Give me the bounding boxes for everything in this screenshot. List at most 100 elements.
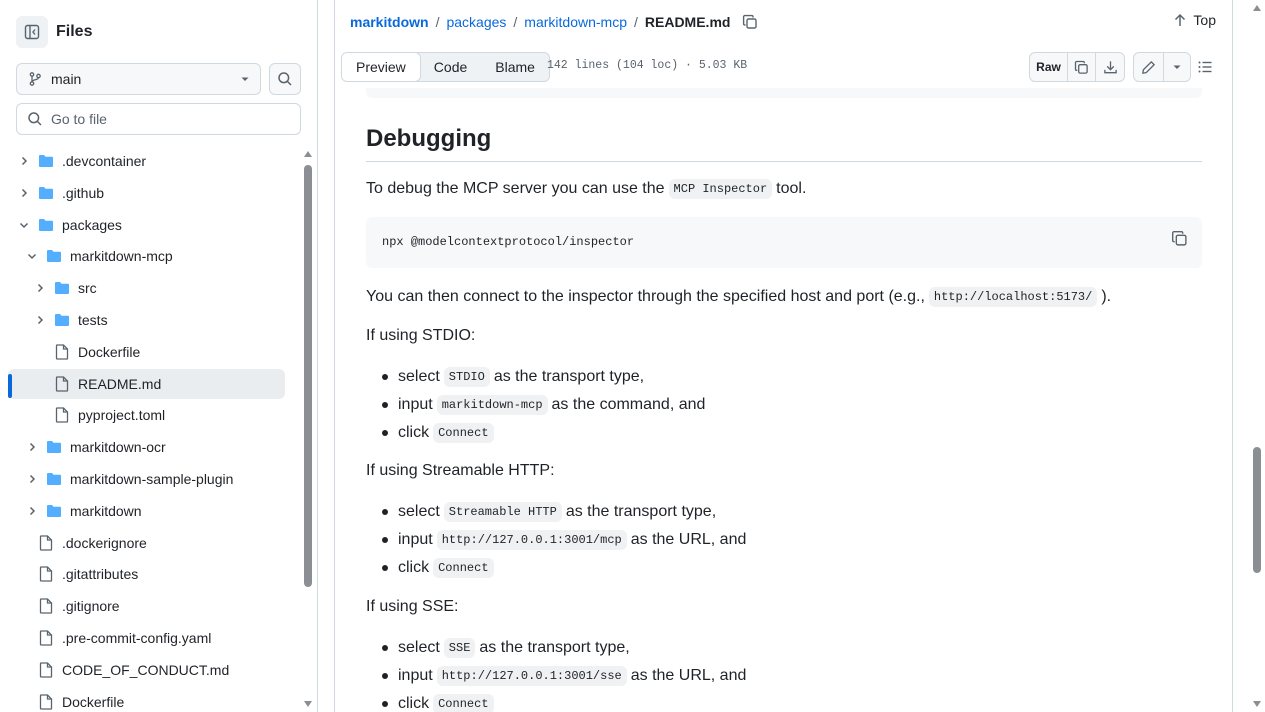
tree-item-pre-commit-config-yaml[interactable]: .pre-commit-config.yaml — [8, 623, 285, 653]
tree-item-markitdown-mcp[interactable]: markitdown-mcp — [8, 241, 285, 271]
chevron-right-icon[interactable] — [24, 503, 40, 519]
go-to-file-input[interactable] — [50, 111, 290, 127]
folder-icon — [46, 471, 62, 487]
tree-item-label: .gitignore — [62, 598, 120, 615]
page-scroll-thumb[interactable] — [1253, 447, 1261, 573]
scroll-down-arrow-icon[interactable] — [303, 700, 313, 708]
branch-selector-button[interactable]: main — [16, 63, 261, 95]
chevron-right-icon[interactable] — [16, 153, 32, 169]
copy-raw-button[interactable] — [1068, 53, 1096, 81]
page-scrollbar[interactable] — [1251, 0, 1265, 712]
search-icon — [28, 112, 42, 126]
tree-item-markitdown-ocr[interactable]: markitdown-ocr — [8, 432, 285, 462]
tree-item-gitignore[interactable]: .gitignore — [8, 591, 285, 621]
edit-options-dropdown[interactable] — [1164, 53, 1190, 81]
page-scroll-down-icon[interactable] — [1252, 700, 1262, 708]
chevron-down-icon[interactable] — [24, 248, 40, 264]
breadcrumb-packages-link[interactable]: packages — [446, 14, 506, 30]
tree-item-src[interactable]: src — [8, 273, 285, 303]
folder-icon — [54, 312, 70, 328]
file-tree-sidebar: Files main .devcontainer .github packages m… — [0, 0, 318, 712]
tab-blame[interactable]: Blame — [481, 53, 549, 81]
list-item: select STDIO as the transport type, — [382, 367, 644, 387]
sidebar-scroll-thumb[interactable] — [304, 165, 312, 587]
list-item-text: click — [398, 695, 430, 712]
tree-item-code-of-conduct-md[interactable]: CODE_OF_CONDUCT.md — [8, 655, 285, 685]
tree-item-label: Dockerfile — [78, 343, 141, 360]
file-info: 142 lines (104 loc) · 5.03 KB — [547, 59, 748, 72]
breadcrumb-markitdown-mcp-link[interactable]: markitdown-mcp — [524, 14, 627, 30]
tree-item-devcontainer[interactable]: .devcontainer — [8, 146, 285, 176]
file-icon — [54, 407, 70, 424]
list-item: select SSE as the transport type, — [382, 638, 630, 658]
list-item-text: as the transport type, — [479, 639, 630, 656]
tree-item-github[interactable]: .github — [8, 178, 285, 208]
breadcrumb: markitdown / packages / markitdown-mcp /… — [350, 12, 758, 32]
file-content-panel: markitdown / packages / markitdown-mcp /… — [334, 0, 1233, 712]
list-item-text: as the URL, and — [630, 531, 747, 548]
tree-item-tests[interactable]: tests — [8, 305, 285, 335]
page-scroll-up-icon[interactable] — [1252, 4, 1262, 12]
tree-item-pyproject-toml[interactable]: pyproject.toml — [8, 400, 285, 430]
bullet — [382, 565, 388, 571]
copy-icon — [1172, 231, 1187, 246]
tree-item-gitattributes[interactable]: .gitattributes — [8, 559, 285, 589]
copy-icon — [1074, 60, 1088, 74]
chevron-right-icon[interactable] — [32, 312, 48, 328]
file-toolbar: Preview Code Blame 142 lines (104 loc) ·… — [341, 52, 1228, 82]
section-heading-debugging: Debugging — [366, 125, 1202, 162]
back-to-top-button[interactable]: Top — [1173, 12, 1216, 28]
chevron-down-icon[interactable] — [16, 217, 32, 233]
tree-item-dockerignore[interactable]: .dockerignore — [8, 528, 285, 558]
edit-actions-group — [1133, 52, 1191, 82]
file-icon — [38, 662, 54, 678]
file-icon — [54, 375, 70, 392]
copy-code-button[interactable] — [1171, 230, 1188, 250]
tree-item-markitdown-sample-plugin[interactable]: markitdown-sample-plugin — [8, 464, 285, 494]
breadcrumb-repo-link[interactable]: markitdown — [350, 14, 429, 30]
copy-path-button[interactable] — [742, 14, 758, 30]
tree-item-label: .gitattributes — [62, 566, 139, 583]
breadcrumb-current-file: README.md — [644, 14, 731, 30]
search-files-button[interactable] — [269, 63, 301, 95]
edit-file-button[interactable] — [1134, 53, 1164, 81]
tree-item-label: pyproject.toml — [78, 407, 166, 424]
raw-button[interactable]: Raw — [1030, 53, 1068, 81]
bullet — [382, 645, 388, 651]
scroll-up-arrow-icon[interactable] — [303, 150, 313, 158]
inline-code: MCP Inspector — [668, 179, 773, 199]
tree-item-label: tests — [78, 312, 108, 328]
chevron-right-icon[interactable] — [32, 280, 48, 296]
bullet — [382, 402, 388, 408]
chevron-right-icon[interactable] — [24, 439, 40, 455]
list-item: click Connect — [382, 694, 498, 712]
inline-code: http://127.0.0.1:3001/mcp — [436, 530, 627, 550]
tab-preview[interactable]: Preview — [341, 53, 421, 81]
tree-item-dockerfile[interactable]: Dockerfile — [8, 687, 285, 712]
go-to-file-field[interactable] — [16, 103, 301, 135]
arrow-up-icon — [1175, 13, 1186, 26]
tree-item-label: markitdown-mcp — [70, 248, 173, 265]
breadcrumb-separator: / — [513, 14, 518, 30]
top-label: Top — [1193, 12, 1216, 28]
tree-item-markitdown[interactable]: markitdown — [8, 496, 285, 526]
list-item-text: input — [398, 396, 433, 413]
list-item: input markitdown-mcp as the command, and — [382, 395, 705, 415]
tab-code[interactable]: Code — [420, 53, 481, 81]
download-button[interactable] — [1096, 53, 1124, 81]
caret-down-icon — [1173, 65, 1181, 69]
chevron-right-icon[interactable] — [16, 185, 32, 201]
chevron-right-icon[interactable] — [24, 471, 40, 487]
collapse-sidebar-button[interactable] — [16, 16, 48, 48]
paragraph-http: If using Streamable HTTP: — [366, 462, 555, 479]
list-item: input http://127.0.0.1:3001/mcp as the URL… — [382, 530, 746, 550]
tree-item-readme-md[interactable]: README.md — [8, 368, 285, 399]
file-icon — [38, 534, 54, 551]
bullet — [382, 374, 388, 380]
tree-item-packages[interactable]: packages — [8, 210, 285, 240]
tree-item-dockerfile[interactable]: Dockerfile — [8, 337, 285, 367]
outline-button[interactable] — [1197, 59, 1213, 78]
list-item-text: select — [398, 503, 440, 520]
